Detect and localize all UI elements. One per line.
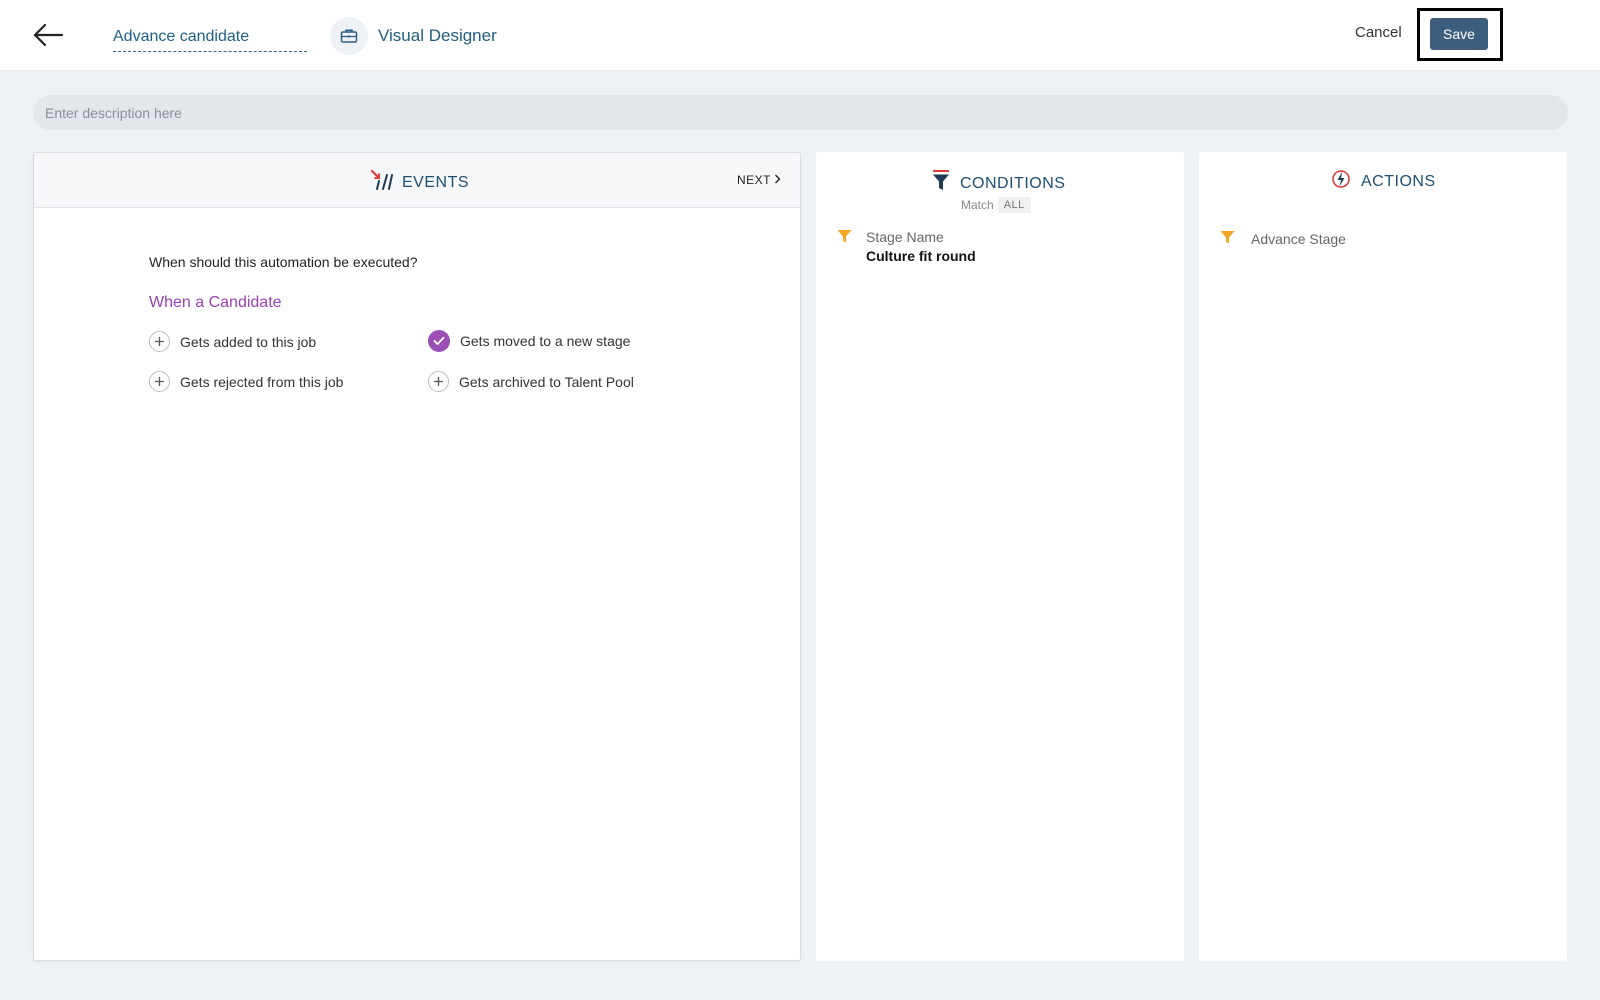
event-option-moved[interactable]: Gets moved to a new stage bbox=[428, 330, 630, 352]
plus-icon bbox=[149, 331, 170, 352]
events-icon bbox=[370, 169, 394, 196]
briefcase-icon bbox=[330, 17, 368, 55]
chevron-right-icon bbox=[774, 173, 781, 187]
visual-designer-link[interactable]: Visual Designer bbox=[378, 26, 497, 46]
event-option-rejected[interactable]: Gets rejected from this job bbox=[149, 371, 343, 392]
events-title-text: EVENTS bbox=[402, 173, 470, 191]
actions-title-text: ACTIONS bbox=[1361, 172, 1436, 190]
actions-panel: ACTIONS Advance Stage bbox=[1199, 152, 1567, 961]
save-button[interactable]: Save bbox=[1430, 18, 1488, 50]
condition-value: Culture fit round bbox=[866, 248, 976, 264]
event-option-added[interactable]: Gets added to this job bbox=[149, 331, 316, 352]
funnel-icon bbox=[932, 170, 950, 197]
plus-icon bbox=[149, 371, 170, 392]
match-label: Match bbox=[961, 198, 994, 212]
description-input[interactable] bbox=[33, 95, 1568, 130]
candidate-heading: When a Candidate bbox=[149, 294, 282, 311]
events-header: EVENTS NEXT bbox=[34, 153, 800, 208]
action-item[interactable]: Advance Stage bbox=[1220, 230, 1346, 248]
event-option-label: Gets moved to a new stage bbox=[460, 333, 631, 349]
filter-icon bbox=[1220, 230, 1235, 248]
event-option-archived[interactable]: Gets archived to Talent Pool bbox=[428, 371, 634, 392]
condition-label: Stage Name bbox=[866, 229, 944, 245]
cancel-button[interactable]: Cancel bbox=[1355, 24, 1402, 41]
next-button[interactable]: NEXT bbox=[737, 173, 781, 187]
event-option-label: Gets added to this job bbox=[180, 333, 317, 350]
match-badge[interactable]: ALL bbox=[997, 197, 1031, 213]
event-option-label: Gets archived to Talent Pool bbox=[459, 373, 634, 390]
filter-icon bbox=[837, 229, 852, 249]
actions-title: ACTIONS bbox=[1331, 169, 1436, 194]
conditions-panel: CONDITIONS Match ALL Stage Name Culture … bbox=[816, 152, 1184, 961]
event-option-label: Gets rejected from this job bbox=[180, 373, 344, 390]
next-label: NEXT bbox=[737, 173, 772, 187]
events-question: When should this automation be executed? bbox=[149, 254, 418, 270]
check-icon bbox=[428, 330, 450, 352]
condition-item[interactable]: Stage Name Culture fit round bbox=[837, 229, 976, 264]
events-panel: EVENTS NEXT When should this automation … bbox=[33, 152, 801, 961]
top-bar: Visual Designer Cancel Save bbox=[0, 0, 1600, 71]
match-row: Match ALL bbox=[961, 197, 1031, 213]
events-title: EVENTS bbox=[370, 169, 469, 196]
lightning-icon bbox=[1331, 169, 1351, 194]
conditions-title-text: CONDITIONS bbox=[960, 174, 1066, 192]
plus-icon bbox=[428, 371, 449, 392]
back-arrow-icon[interactable] bbox=[30, 20, 66, 50]
conditions-title: CONDITIONS bbox=[932, 170, 1065, 197]
action-label: Advance Stage bbox=[1251, 231, 1346, 247]
automation-name-input[interactable] bbox=[113, 22, 307, 52]
